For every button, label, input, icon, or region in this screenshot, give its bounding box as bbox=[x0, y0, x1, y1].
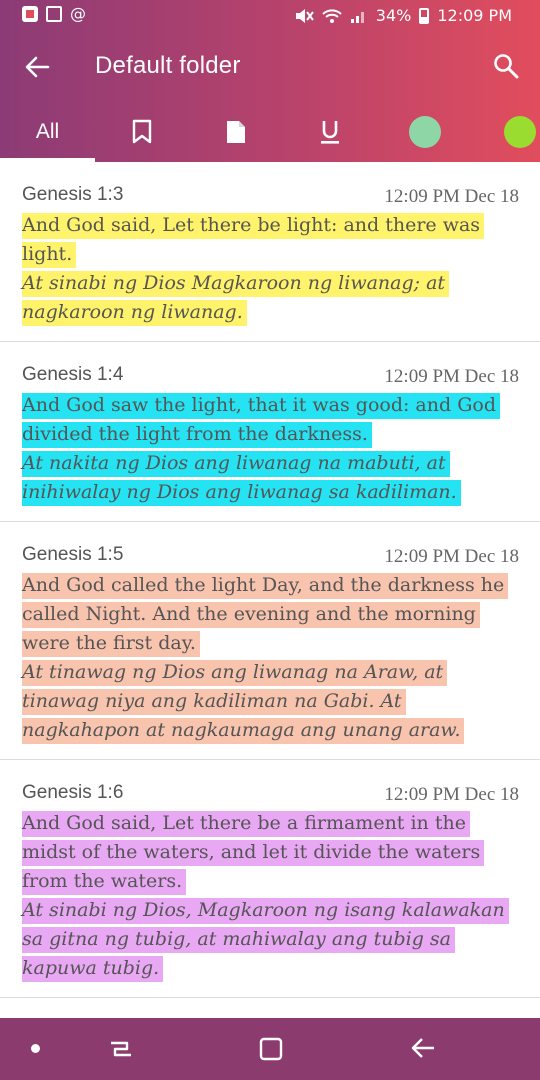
battery-icon bbox=[419, 7, 430, 24]
note-icon bbox=[227, 121, 245, 143]
battery-percent: 34% bbox=[375, 6, 412, 25]
tab-underlines[interactable] bbox=[306, 102, 354, 162]
home-icon[interactable] bbox=[258, 1036, 284, 1062]
timestamp: 12:09 PM Dec 18 bbox=[384, 784, 519, 805]
list-item[interactable]: Genesis 1:4 12:09 PM Dec 18 And God saw … bbox=[0, 342, 540, 522]
wifi-icon bbox=[322, 8, 342, 23]
tab-all-label: All bbox=[35, 120, 60, 143]
timestamp: 12:09 PM Dec 18 bbox=[384, 366, 519, 387]
back-nav-icon[interactable] bbox=[410, 1035, 436, 1061]
tab-green-highlights[interactable] bbox=[401, 102, 449, 162]
underline-icon bbox=[321, 121, 339, 144]
verse-text: And God saw the light, that it was good:… bbox=[22, 391, 518, 507]
app-bar: Default folder bbox=[0, 32, 540, 102]
verse-english: And God called the light Day, and the da… bbox=[22, 573, 509, 657]
verse-tagalog: At sinabi ng Dios Magkaroon ng liwanag; … bbox=[22, 271, 450, 326]
tab-all[interactable]: All bbox=[0, 102, 95, 162]
system-nav-bar bbox=[0, 1018, 540, 1080]
image-notification-icon bbox=[46, 6, 62, 22]
arrow-left-icon[interactable] bbox=[22, 52, 52, 82]
verse-tagalog: At sinabi ng Dios, Magkaroon ng isang ka… bbox=[22, 898, 509, 982]
timestamp: 12:09 PM Dec 18 bbox=[384, 186, 519, 207]
verse-text: And God said, Let there be a firmament i… bbox=[22, 809, 518, 983]
timestamp: 12:09 PM Dec 18 bbox=[384, 546, 519, 567]
verse-tagalog: At tinawag ng Dios ang liwanag na Araw, … bbox=[22, 660, 465, 744]
page-title: Default folder bbox=[95, 52, 241, 79]
filter-tabs: All bbox=[0, 102, 540, 162]
verse-text: And God said, Let there be light: and th… bbox=[22, 211, 518, 327]
header: @ 34% 12:09 PM Default folder All bbox=[0, 0, 540, 162]
tab-bookmarks[interactable] bbox=[118, 102, 166, 162]
list-item[interactable]: Genesis 1:6 12:09 PM Dec 18 And God said… bbox=[0, 760, 540, 998]
bookmark-icon bbox=[132, 119, 152, 144]
verse-english: And God said, Let there be a firmament i… bbox=[22, 811, 485, 895]
verse-english: And God saw the light, that it was good:… bbox=[22, 393, 500, 448]
verse-english: And God said, Let there be light: and th… bbox=[22, 213, 485, 268]
recent-apps-icon[interactable] bbox=[107, 1035, 135, 1063]
green-dot-icon bbox=[409, 116, 441, 148]
tab-notes[interactable] bbox=[212, 102, 260, 162]
signal-icon bbox=[350, 11, 364, 23]
mute-icon bbox=[295, 8, 314, 23]
search-icon[interactable] bbox=[492, 52, 520, 80]
list-item[interactable]: Genesis 1:5 12:09 PM Dec 18 And God call… bbox=[0, 522, 540, 760]
app-notification-icon bbox=[22, 6, 38, 22]
clock: 12:09 PM bbox=[437, 6, 512, 25]
nav-dot-icon[interactable] bbox=[31, 1044, 40, 1053]
highlight-list: Genesis 1:3 12:09 PM Dec 18 And God said… bbox=[0, 162, 540, 1018]
verse-text: And God called the light Day, and the da… bbox=[22, 571, 518, 745]
list-item[interactable]: Genesis 1:3 12:09 PM Dec 18 And God said… bbox=[0, 162, 540, 342]
at-notification-icon: @ bbox=[70, 4, 86, 23]
verse-tagalog: At nakita ng Dios ang liwanag na mabuti,… bbox=[22, 451, 461, 506]
lime-dot-icon bbox=[504, 116, 536, 148]
tab-lime-highlights[interactable] bbox=[496, 102, 540, 162]
status-bar: @ 34% 12:09 PM bbox=[0, 0, 540, 32]
